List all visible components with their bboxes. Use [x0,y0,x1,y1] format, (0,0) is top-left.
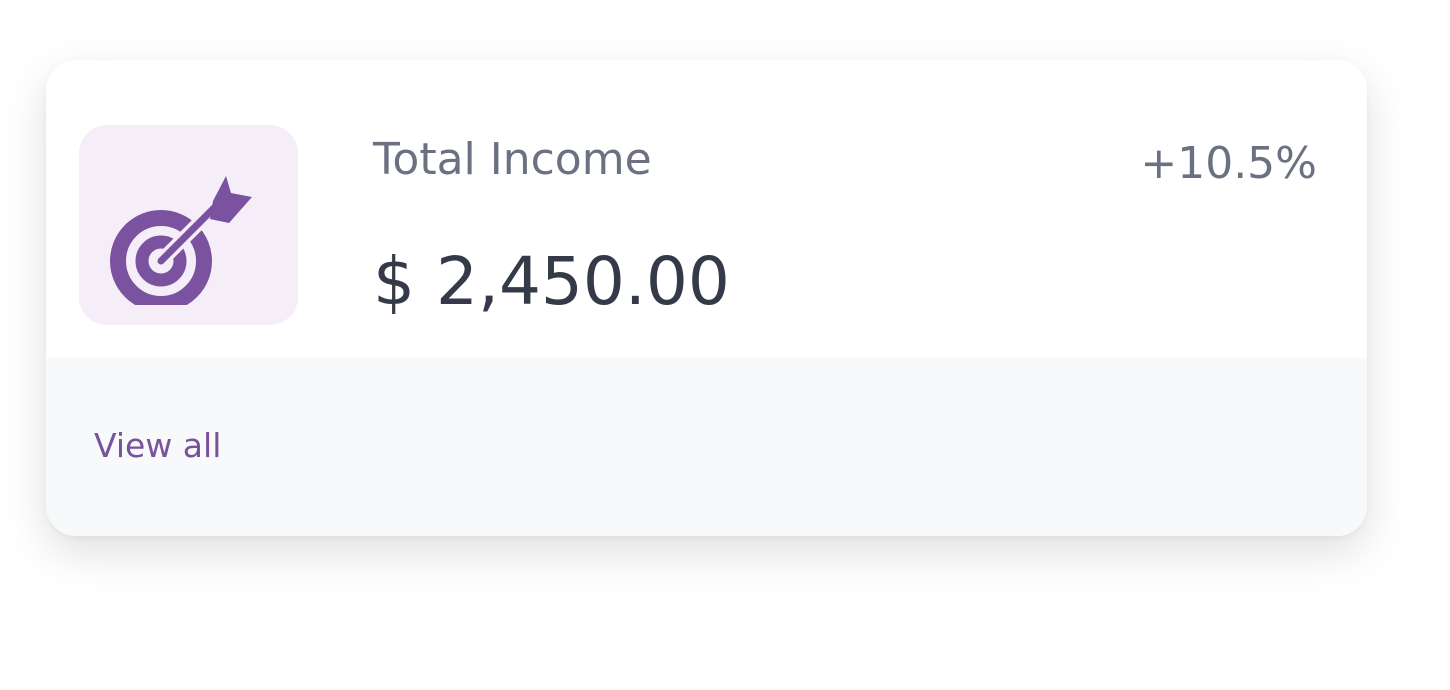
target-arrow-icon [109,145,269,305]
income-card: Total Income $ 2,450.00 +10.5% View all [46,60,1367,536]
card-footer: View all [46,358,1367,536]
metric-value: $ 2,450.00 [373,243,730,320]
metric-change-badge: +10.5% [1140,138,1317,189]
metric-label: Total Income [373,134,652,185]
view-all-link[interactable]: View all [94,426,221,466]
icon-tile [79,125,298,325]
card-body: Total Income $ 2,450.00 +10.5% [46,60,1367,358]
